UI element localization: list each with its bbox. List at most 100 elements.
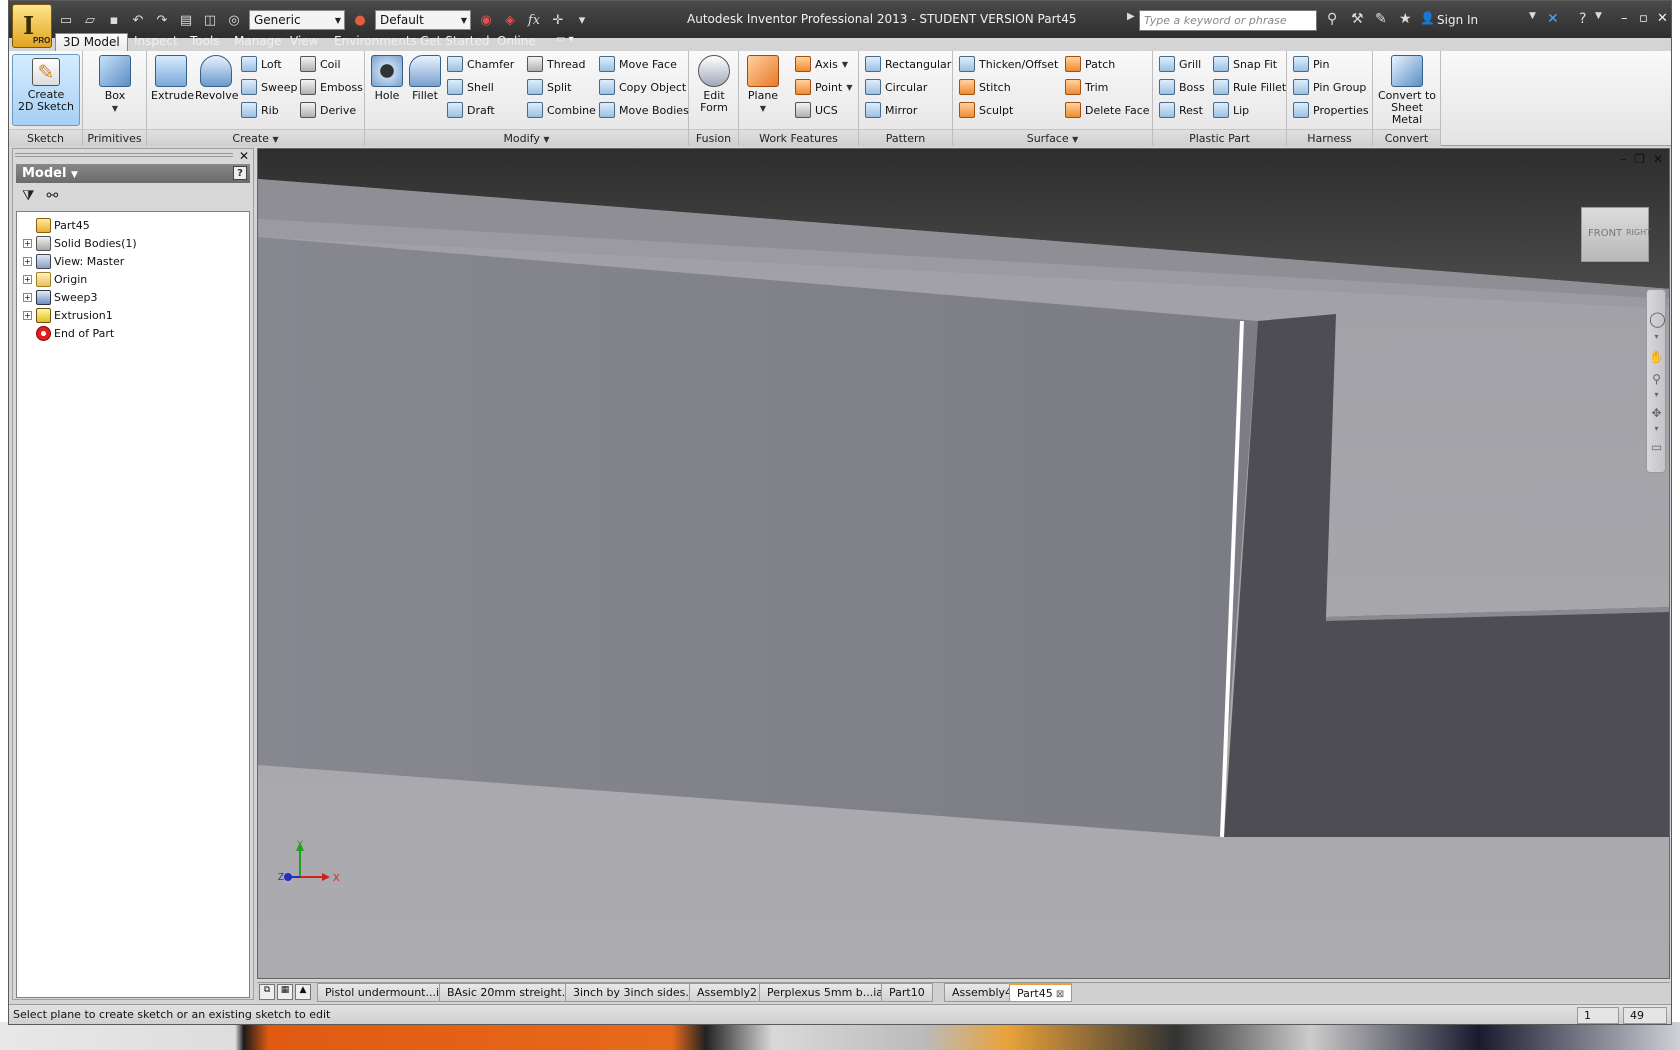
undo-icon[interactable]: ↶: [129, 11, 147, 29]
zoom-icon[interactable]: ⚲: [1649, 372, 1664, 387]
expand-icon[interactable]: +: [23, 238, 32, 248]
rib-button[interactable]: Rib: [241, 100, 279, 120]
boss-button[interactable]: Boss: [1159, 77, 1205, 97]
favorites-star-icon[interactable]: ★: [1399, 11, 1412, 27]
convert-to-sheet-metal-button[interactable]: Convert to Sheet Metal: [1375, 55, 1439, 126]
loft-button[interactable]: Loft: [241, 54, 282, 74]
trim-button[interactable]: Trim: [1065, 77, 1108, 97]
chevron-down-icon[interactable]: ▾: [1649, 332, 1664, 347]
tab-environments[interactable]: Environments: [327, 33, 424, 51]
material-combo[interactable]: Generic ▼: [249, 10, 345, 30]
sculpt-button[interactable]: Sculpt: [959, 100, 1013, 120]
tab-3d-model[interactable]: 3D Model: [55, 33, 128, 51]
application-menu-button[interactable]: I PRO: [12, 4, 52, 48]
properties-button[interactable]: Properties: [1293, 100, 1369, 120]
patch-button[interactable]: Patch: [1065, 54, 1115, 74]
maximize-icon[interactable]: ▫: [1639, 11, 1648, 26]
document-tab[interactable]: Part45 ⊠: [1009, 983, 1073, 1002]
axis-button[interactable]: Axis ▼: [795, 54, 848, 74]
create-panel-label[interactable]: Create ▼: [147, 129, 364, 146]
sign-in-link[interactable]: Sign In: [1437, 13, 1478, 27]
mirror-button[interactable]: Mirror: [865, 100, 917, 120]
extrude-button[interactable]: Extrude: [151, 55, 194, 102]
expand-icon[interactable]: +: [23, 256, 32, 266]
combine-button[interactable]: Combine: [527, 100, 596, 120]
grill-button[interactable]: Grill: [1159, 54, 1201, 74]
shell-button[interactable]: Shell: [447, 77, 494, 97]
expand-icon[interactable]: +: [23, 310, 32, 320]
document-tab[interactable]: Part10: [881, 983, 933, 1002]
appearance-icon[interactable]: ●: [351, 11, 369, 29]
tab-get-started[interactable]: Get Started: [413, 33, 497, 51]
appearance-combo[interactable]: Default ▼: [375, 10, 471, 30]
parameters-icon[interactable]: fx: [525, 11, 543, 29]
surface-panel-label[interactable]: Surface ▼: [953, 129, 1152, 146]
thicken-offset-button[interactable]: Thicken/Offset: [959, 54, 1058, 74]
emboss-button[interactable]: Emboss: [300, 77, 363, 97]
rectangular-pattern-button[interactable]: Rectangular: [865, 54, 951, 74]
expand-arrow-icon[interactable]: ▶: [1127, 11, 1135, 22]
new-icon[interactable]: ▭: [57, 11, 75, 29]
draft-button[interactable]: Draft: [447, 100, 495, 120]
communication-icon[interactable]: ✎: [1375, 11, 1387, 27]
clear-appearance-icon[interactable]: ◉: [477, 11, 495, 29]
pin-group-button[interactable]: Pin Group: [1293, 77, 1366, 97]
look-at-icon[interactable]: ▭: [1649, 440, 1664, 455]
delete-face-button[interactable]: Delete Face: [1065, 100, 1150, 120]
edit-form-button[interactable]: Edit Form: [693, 55, 735, 114]
move-icon[interactable]: ✛: [549, 11, 567, 29]
hole-button[interactable]: Hole: [369, 55, 405, 102]
close-tab-icon[interactable]: ⊠: [1053, 989, 1064, 1000]
save-icon[interactable]: ▪: [105, 11, 123, 29]
circular-pattern-button[interactable]: Circular: [865, 77, 927, 97]
tree-node[interactable]: + Extrusion1: [17, 306, 249, 324]
chevron-down-icon[interactable]: ▾: [1649, 424, 1664, 439]
redo-icon[interactable]: ↷: [153, 11, 171, 29]
stitch-button[interactable]: Stitch: [959, 77, 1011, 97]
tree-node[interactable]: + Origin: [17, 270, 249, 288]
chevron-down-icon[interactable]: ▼: [1529, 11, 1536, 21]
adjust-icon[interactable]: ◈: [501, 11, 519, 29]
chamfer-button[interactable]: Chamfer: [447, 54, 514, 74]
chevron-down-icon[interactable]: ▾: [1649, 390, 1664, 405]
open-documents-icon[interactable]: ▲: [295, 984, 311, 1000]
expand-icon[interactable]: +: [23, 274, 32, 284]
move-face-button[interactable]: Move Face: [599, 54, 677, 74]
modify-panel-label[interactable]: Modify ▼: [365, 129, 688, 146]
tree-node[interactable]: + View: Master: [17, 252, 249, 270]
select-icon[interactable]: ◫: [201, 11, 219, 29]
coil-button[interactable]: Coil: [300, 54, 341, 74]
restore-icon[interactable]: ❐: [1634, 152, 1645, 166]
print-icon[interactable]: ▤: [177, 11, 195, 29]
plane-button[interactable]: Plane ▼: [743, 55, 783, 115]
copy-object-button[interactable]: Copy Object: [599, 77, 686, 97]
pan-hand-icon[interactable]: ✋: [1649, 350, 1664, 365]
filter-icon[interactable]: ⧩: [22, 188, 35, 204]
user-icon[interactable]: 👤: [1420, 11, 1435, 25]
derive-button[interactable]: Derive: [300, 100, 356, 120]
point-button[interactable]: Point ▼: [795, 77, 852, 97]
help-search-input[interactable]: Type a keyword or phrase: [1139, 10, 1317, 31]
fillet-button[interactable]: Fillet: [407, 55, 443, 102]
minimize-icon[interactable]: –: [1620, 152, 1626, 166]
browser-header[interactable]: Model ▼ ?: [16, 164, 250, 183]
tab-online[interactable]: Online: [490, 33, 543, 51]
tab-tools[interactable]: Tools: [183, 33, 227, 51]
pin-button[interactable]: Pin: [1293, 54, 1329, 74]
close-icon[interactable]: ✕: [239, 149, 249, 163]
chevron-down-icon[interactable]: ▼: [1595, 11, 1602, 21]
tab-view[interactable]: View: [283, 33, 325, 51]
tree-node[interactable]: + Sweep3: [17, 288, 249, 306]
orbit-icon[interactable]: ✥: [1649, 406, 1664, 421]
help-icon[interactable]: ?: [1579, 11, 1586, 27]
tab-manage[interactable]: Manage: [227, 33, 289, 51]
binoculars-icon[interactable]: ⚲: [1327, 11, 1337, 27]
customize-icon[interactable]: ▾: [573, 11, 591, 29]
split-button[interactable]: Split: [527, 77, 571, 97]
help-icon[interactable]: ?: [233, 166, 247, 180]
thread-button[interactable]: Thread: [527, 54, 585, 74]
steering-wheel-icon[interactable]: ◯: [1649, 310, 1666, 328]
rule-fillet-button[interactable]: Rule Fillet: [1213, 77, 1286, 97]
create-2d-sketch-button[interactable]: ✎ Create 2D Sketch: [12, 54, 80, 126]
exchange-apps-icon[interactable]: ✕: [1547, 11, 1559, 27]
